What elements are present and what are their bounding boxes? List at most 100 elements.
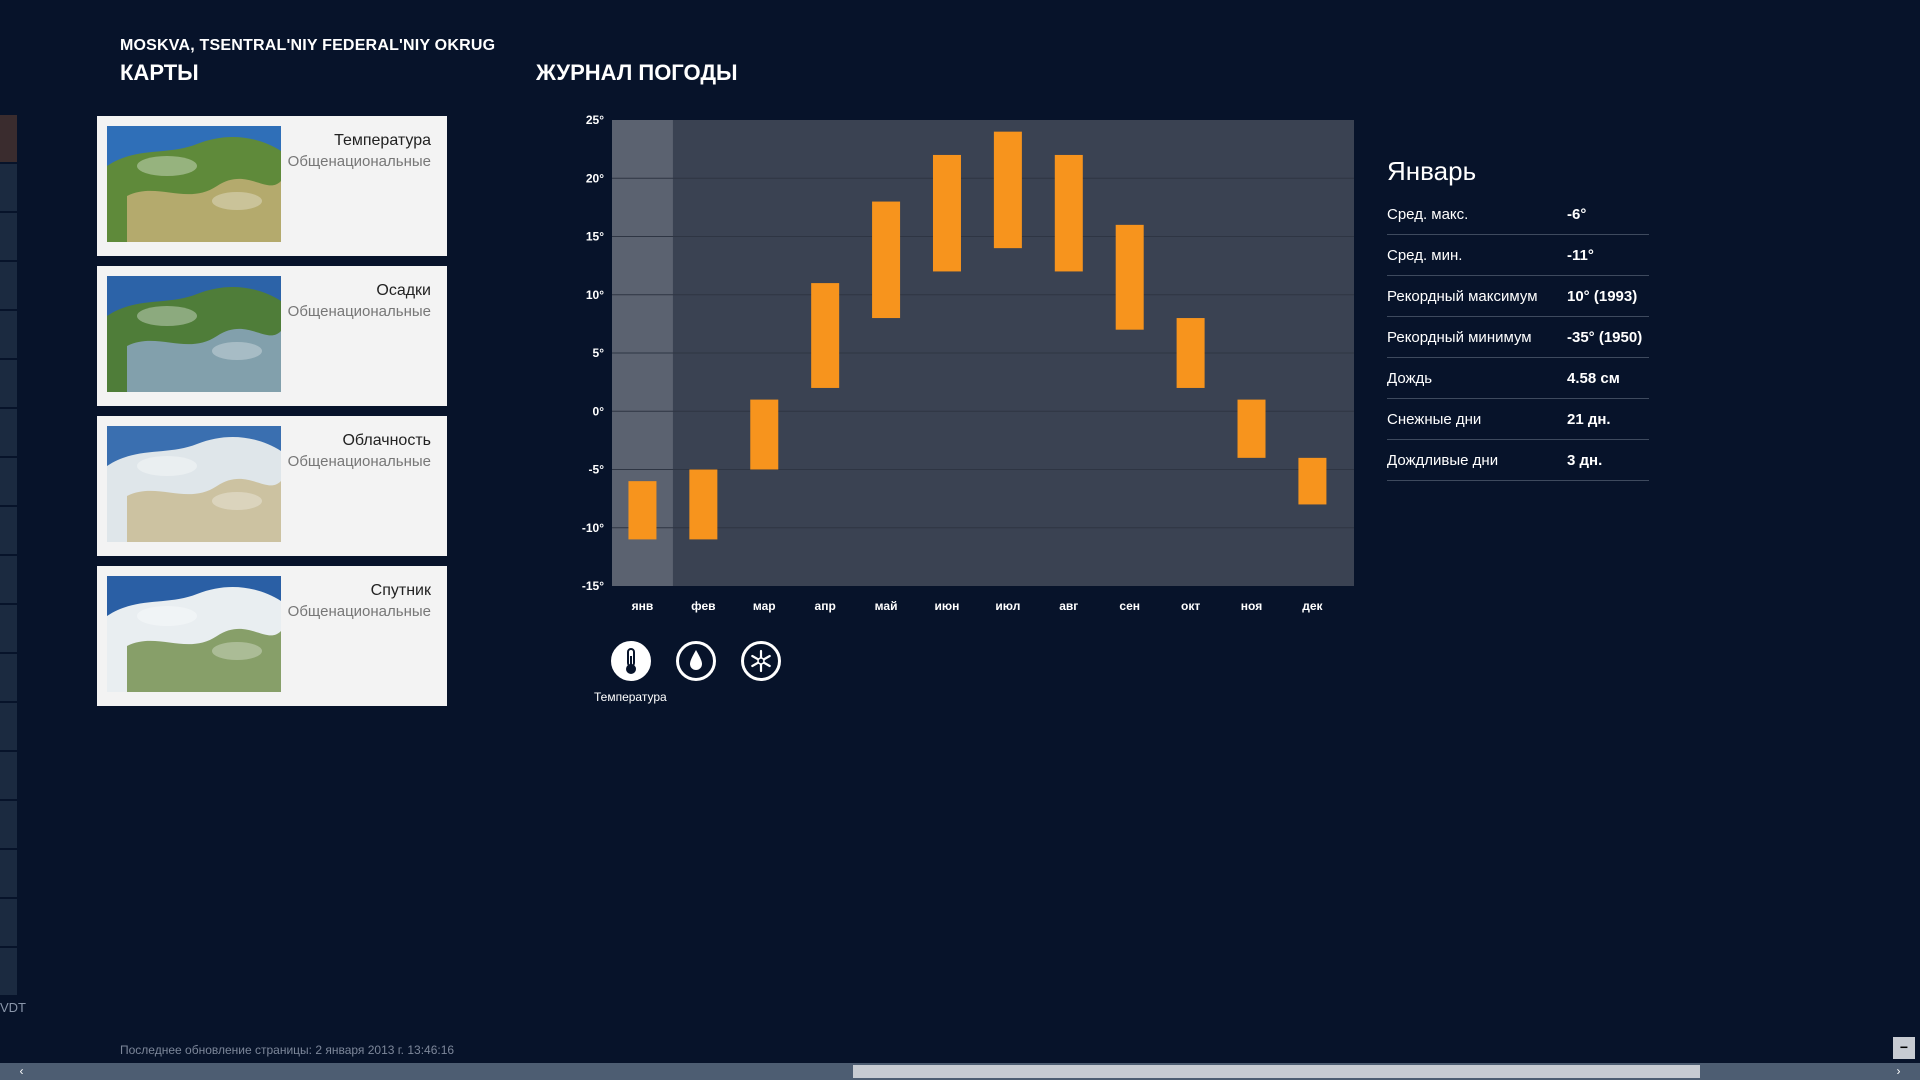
stat-row: Рекордный минимум -35° (1950) <box>1387 319 1649 358</box>
y-tick-label: 20° <box>586 171 604 185</box>
stat-label: Сред. макс. <box>1387 206 1469 223</box>
stat-value: -6° <box>1567 206 1587 223</box>
x-tick-label[interactable]: июн <box>935 599 960 613</box>
weather-log-heading[interactable]: ЖУРНАЛ ПОГОДЫ <box>536 60 738 86</box>
horizontal-scrollbar[interactable]: ‹ › <box>0 1063 1920 1080</box>
x-tick-label[interactable]: мар <box>753 599 776 613</box>
stat-row: Дождь 4.58 см <box>1387 360 1649 399</box>
x-tick-label[interactable]: май <box>875 599 898 613</box>
month-stats-table: Сред. макс. -6° Сред. мин. -11° Рекордный ма… <box>1387 196 1649 483</box>
map-card-subtitle: Общенациональные <box>287 303 431 320</box>
stat-row: Снежные дни 21 дн. <box>1387 401 1649 440</box>
map-card-subtitle: Общенациональные <box>287 603 431 620</box>
temperature-range-bar[interactable] <box>811 283 840 388</box>
edge-tile <box>0 899 17 946</box>
stat-value: 3 дн. <box>1567 452 1603 469</box>
cloud-map-thumbnail <box>107 426 281 542</box>
temperature-range-bar[interactable] <box>689 469 718 540</box>
map-card-subtitle: Общенациональные <box>287 453 431 470</box>
scroll-right-arrow-icon[interactable]: › <box>1890 1063 1907 1080</box>
temperature-range-bar[interactable] <box>932 154 961 272</box>
edge-tile <box>0 752 17 799</box>
temperature-range-bar[interactable] <box>750 399 779 470</box>
y-tick-label: 10° <box>586 288 604 302</box>
edge-tile <box>0 703 17 750</box>
thermometer-icon <box>626 648 636 674</box>
stat-value: 4.58 см <box>1567 370 1620 387</box>
edge-tile <box>0 556 17 603</box>
stat-row: Сред. макс. -6° <box>1387 196 1649 235</box>
x-tick-label[interactable]: апр <box>815 599 836 613</box>
precipitation-view-button[interactable] <box>676 641 716 681</box>
semantic-zoom-button[interactable]: − <box>1893 1037 1915 1059</box>
stat-row: Сред. мин. -11° <box>1387 237 1649 276</box>
edge-tile <box>0 605 17 652</box>
map-card-subtitle: Общенациональные <box>287 153 431 170</box>
maps-heading[interactable]: КАРТЫ <box>120 60 199 86</box>
map-card-title: Температура <box>334 132 431 149</box>
snow-view-button[interactable] <box>741 641 781 681</box>
previous-section-edge-text: VDT <box>0 1000 26 1015</box>
stat-label: Рекордный максимум <box>1387 288 1538 305</box>
stat-label: Снежные дни <box>1387 411 1482 428</box>
stat-label: Сред. мин. <box>1387 247 1463 264</box>
map-card[interactable]: Осадки Общенациональные <box>97 266 447 406</box>
y-tick-label: 0° <box>593 404 605 418</box>
edge-tile <box>0 654 17 701</box>
stat-row: Рекордный максимум 10° (1993) <box>1387 278 1649 317</box>
selected-month-title: Январь <box>1387 156 1477 186</box>
map-card-title: Осадки <box>376 282 431 299</box>
edge-tile <box>0 948 17 995</box>
map-card[interactable]: Спутник Общенациональные <box>97 566 447 706</box>
temperature-view-button[interactable] <box>611 641 651 681</box>
stat-label: Дождь <box>1387 370 1433 387</box>
stat-label: Дождливые дни <box>1387 452 1499 469</box>
previous-section-edge <box>0 115 17 995</box>
temperature-range-bar[interactable] <box>628 481 657 540</box>
x-tick-label[interactable]: дек <box>1302 599 1323 613</box>
snowflake-icon <box>751 649 771 673</box>
edge-tile <box>0 311 17 358</box>
temperature-range-bar[interactable] <box>1237 399 1266 458</box>
temperature-range-bar[interactable] <box>1176 318 1205 388</box>
stat-value: -11° <box>1567 247 1594 264</box>
edge-tile <box>0 801 17 848</box>
temperature-range-bar[interactable] <box>1054 154 1083 272</box>
raindrop-icon <box>690 650 702 670</box>
scrollbar-thumb[interactable] <box>853 1065 1700 1078</box>
weather-log-chart[interactable]: 25° 20° 15° 10° 5° 0° -5° -10° -15° янв фев мар апр м… <box>570 110 1360 620</box>
active-view-label: Температура <box>594 690 667 704</box>
edge-tile <box>0 458 17 505</box>
x-tick-label[interactable]: янв <box>632 599 654 613</box>
precipitation-map-thumbnail <box>107 276 281 392</box>
map-card-title: Спутник <box>370 582 431 599</box>
edge-tile <box>0 360 17 407</box>
scroll-left-arrow-icon[interactable]: ‹ <box>13 1063 30 1080</box>
y-tick-label: -5° <box>589 463 605 477</box>
stat-row: Дождливые дни 3 дн. <box>1387 442 1649 481</box>
edge-tile <box>0 507 17 554</box>
temperature-range-bar[interactable] <box>1298 457 1327 505</box>
y-tick-label: 15° <box>586 230 604 244</box>
temperature-range-bar[interactable] <box>993 131 1022 249</box>
x-tick-label[interactable]: окт <box>1181 599 1200 613</box>
temperature-range-bar[interactable] <box>1115 224 1144 330</box>
map-card[interactable]: Температура Общенациональные <box>97 116 447 256</box>
x-tick-label[interactable]: фев <box>691 599 715 613</box>
x-tick-label[interactable]: ноя <box>1241 599 1262 613</box>
location-label: MOSKVA, TSENTRAL'NIY FEDERAL'NIY OKRUG <box>120 37 496 54</box>
x-tick-label[interactable]: сен <box>1119 599 1140 613</box>
edge-tile <box>0 409 17 456</box>
y-tick-label: 25° <box>586 113 604 127</box>
edge-tile <box>0 262 17 309</box>
edge-tile <box>0 164 17 211</box>
y-tick-label: -10° <box>582 521 604 535</box>
x-tick-label[interactable]: июл <box>995 599 1020 613</box>
x-tick-label[interactable]: авг <box>1059 599 1078 613</box>
map-card-title: Облачность <box>342 432 431 449</box>
temperature-range-bar[interactable] <box>872 201 901 319</box>
stat-value: 21 дн. <box>1567 411 1611 428</box>
edge-tile <box>0 115 17 162</box>
map-card[interactable]: Облачность Общенациональные <box>97 416 447 556</box>
stat-value: -35° (1950) <box>1567 329 1643 346</box>
